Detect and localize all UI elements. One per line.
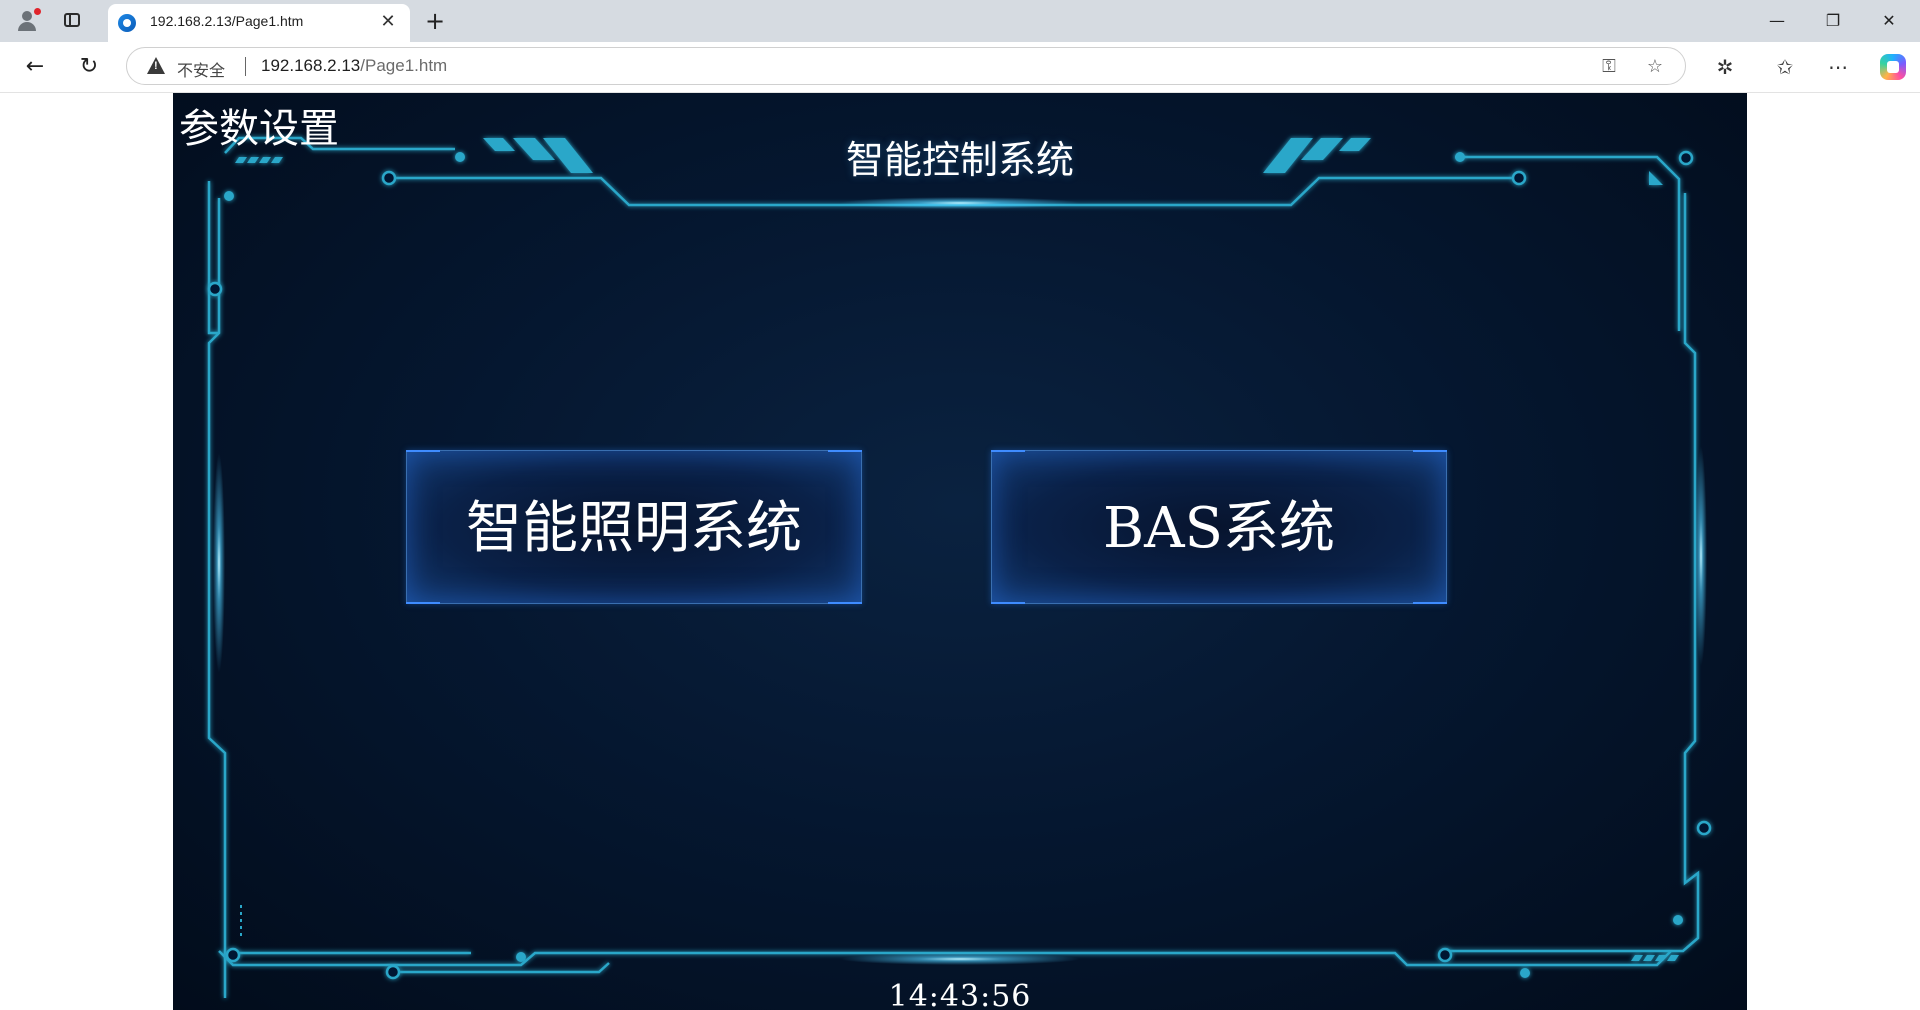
warning-icon[interactable] [147,57,165,74]
bas-system-button[interactable]: BAS系统 [991,450,1447,604]
key-icon[interactable]: ⚿ [1597,55,1621,79]
browser-titlebar: 192.168.2.13/Page1.htm ✕ + — ❐ ✕ [0,0,1920,42]
page-title: 智能控制系统 [845,138,1074,182]
minimize-button[interactable]: — [1754,6,1800,36]
restore-button[interactable]: ❐ [1810,6,1856,36]
star-icon[interactable]: ☆ [1643,55,1667,79]
profile-icon[interactable] [14,8,41,34]
address-bar[interactable]: 不安全 192.168.2.13/Page1.htm ⚿ ☆ [126,47,1686,85]
browser-tab[interactable]: 192.168.2.13/Page1.htm ✕ [108,4,410,42]
page-viewport: 参数设置 智能控制系统 智能照明系统 BAS系统 14:43:56 [0,93,1920,1010]
divider [245,57,246,76]
more-icon[interactable]: ⋯ [1823,52,1853,82]
close-tab-button[interactable]: ✕ [376,10,400,34]
bas-system-label: BAS系统 [1103,496,1335,561]
reload-button[interactable]: ↻ [74,52,104,82]
back-button[interactable]: ← [20,52,50,82]
close-window-button[interactable]: ✕ [1866,6,1912,36]
copilot-icon[interactable] [1880,54,1906,80]
security-label[interactable]: 不安全 [177,57,225,81]
notification-dot [34,8,41,15]
url-text[interactable]: 192.168.2.13/Page1.htm [261,56,447,76]
tab-title: 192.168.2.13/Page1.htm [150,13,304,29]
lighting-system-button[interactable]: 智能照明系统 [406,450,862,604]
url-host: 192.168.2.13 [261,56,361,75]
edge-favicon-icon [118,14,136,32]
clock-time: 14:43:56 [888,979,1032,1010]
tab-actions-icon[interactable] [64,13,80,27]
favorites-icon[interactable]: ✩ [1770,52,1800,82]
browser-toolbar: ← ↻ 不安全 192.168.2.13/Page1.htm ⚿ ☆ ✲ ✩ ⋯ [0,42,1920,93]
lighting-system-label: 智能照明系统 [466,496,802,561]
puzzle-icon[interactable]: ✲ [1710,52,1740,82]
new-tab-button[interactable]: + [422,8,448,34]
hmi-screen: 参数设置 智能控制系统 智能照明系统 BAS系统 14:43:56 [173,93,1747,1010]
url-path: /Page1.htm [360,56,448,75]
